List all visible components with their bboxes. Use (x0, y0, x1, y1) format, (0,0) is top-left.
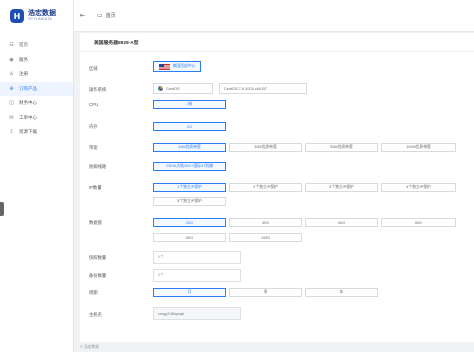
page-title: 美国服务器8929-A型 (80, 33, 474, 52)
cpu-label: CPU (89, 102, 99, 107)
cycle-option[interactable]: 年 (305, 288, 378, 297)
backup-label: 备份数量 (89, 273, 107, 278)
ddos-label: 防御线路 (89, 164, 107, 169)
us-flag-icon (158, 63, 170, 70)
top-header: ⇤ ▭ 首页 (74, 0, 474, 32)
backup-count-input[interactable]: 0个 (153, 269, 241, 282)
ticket-icon: ✉ (9, 114, 14, 121)
disk-option[interactable]: 20G (153, 218, 226, 227)
sidebar-item-downloads[interactable]: ⇩ 资源下载 (0, 125, 73, 140)
sidebar-nav: ☷ 首页 ◉ 服务 ♙ 注册 ⊕ 订购产品 ◫ 财务中心 ✉ 工单中心 ⇩ 资源… (0, 32, 73, 140)
brand-name-en: HTYUNDATA (28, 16, 53, 21)
sidebar-item-finance[interactable]: ◫ 财务中心 (0, 96, 73, 111)
cycle-option[interactable]: 月 (153, 288, 226, 297)
centos-icon (158, 86, 163, 91)
cycle-label: 周期 (89, 290, 98, 295)
wallet-icon: ◫ (9, 100, 14, 107)
ram-option[interactable]: 2G (153, 122, 226, 131)
disk-option[interactable]: 30G (229, 218, 302, 227)
ram-label: 内存 (89, 124, 98, 129)
sidebar-item-label: 资源下载 (19, 129, 37, 135)
snapshot-label: 快照数量 (89, 255, 107, 260)
ddos-option[interactable]: CERA大陆20G+国际3T防御 (153, 162, 226, 171)
sidebar-item-home[interactable]: ☷ 首页 (0, 38, 73, 53)
ip-option[interactable]: 1个独立IP保护 (153, 183, 226, 192)
ip-option[interactable]: 2个独立IP保护 (229, 183, 302, 192)
sidebar: H 浩宏数据 HTYUNDATA ☷ 首页 ◉ 服务 ♙ 注册 ⊕ 订购产品 ◫… (0, 0, 74, 352)
sidebar-item-tickets[interactable]: ✉ 工单中心 (0, 111, 73, 126)
sidebar-item-label: 首页 (19, 42, 28, 48)
sidebar-item-services[interactable]: ◉ 服务 (0, 53, 73, 68)
hostname-input[interactable]: xergg7d6lqmqb (153, 307, 241, 320)
header-home-label: 首页 (105, 13, 116, 19)
logo-mark-icon: H (10, 9, 24, 23)
brand-logo[interactable]: H 浩宏数据 HTYUNDATA (0, 0, 73, 32)
monitor-icon: ▭ (97, 12, 103, 19)
os-family-select[interactable]: CentOS (153, 83, 213, 94)
sidebar-item-order[interactable]: ⊕ 订购产品 (0, 81, 73, 96)
sidebar-item-label: 服务 (19, 56, 28, 62)
os-family-value: CentOS (166, 86, 180, 91)
order-form-card: 美国服务器8929-A型 区域 美国西部中心 操作系统 CentOS CentO… (80, 33, 474, 342)
bandwidth-option[interactable]: 30M优质带宽 (229, 143, 302, 152)
os-label: 操作系统 (89, 87, 107, 92)
ip-option[interactable]: 4个独立IP保护 (381, 183, 456, 192)
sidebar-item-label: 财务中心 (19, 100, 37, 106)
os-version-select[interactable]: CentOS-7.6.2003-x64-BT (219, 83, 307, 94)
sidebar-item-label: 注册 (19, 71, 28, 77)
home-icon: ☷ (9, 42, 14, 49)
header-home-link[interactable]: ▭ 首页 (97, 12, 116, 19)
app-root: H 浩宏数据 HTYUNDATA ☷ 首页 ◉ 服务 ♙ 注册 ⊕ 订购产品 ◫… (0, 0, 474, 352)
snapshot-count-input[interactable]: 0个 (153, 251, 241, 264)
user-icon: ♙ (9, 71, 14, 78)
ip-label: IP数量 (89, 185, 102, 190)
sidebar-item-label: 订购产品 (19, 85, 37, 91)
collapse-sidebar-icon[interactable]: ⇤ (80, 12, 85, 19)
disk-option[interactable]: 100G (229, 233, 302, 242)
region-label: 区域 (89, 66, 98, 71)
cart-icon: ⊕ (9, 85, 14, 92)
ip-option[interactable]: 3个独立IP保护 (305, 183, 378, 192)
disk-option[interactable]: 50G (381, 218, 456, 227)
drag-handle[interactable] (0, 202, 4, 216)
globe-icon: ◉ (9, 56, 14, 63)
bandwidth-label: 带宽 (89, 145, 98, 150)
download-icon: ⇩ (9, 129, 14, 136)
disk-label: 数据盘 (89, 220, 102, 225)
bandwidth-option[interactable]: 50M优质带宽 (305, 143, 378, 152)
cpu-option[interactable]: 2核 (153, 100, 226, 109)
os-version-value: CentOS-7.6.2003-x64-BT (224, 86, 268, 91)
region-option-us-west[interactable]: 美国西部中心 (153, 61, 201, 72)
hostname-label: 主机名 (89, 312, 102, 317)
sidebar-item-register[interactable]: ♙ 注册 (0, 67, 73, 82)
footer: © 浩宏数据 (80, 344, 100, 349)
sidebar-item-label: 工单中心 (19, 114, 37, 120)
ip-option[interactable]: 5个独立IP保护 (153, 197, 226, 206)
cycle-option[interactable]: 季 (229, 288, 302, 297)
region-option-label: 美国西部中心 (172, 64, 196, 68)
bandwidth-option[interactable]: 100M优质带宽 (381, 143, 456, 152)
bandwidth-option[interactable]: 20M优质带宽 (153, 143, 226, 152)
disk-option[interactable]: 60G (153, 233, 226, 242)
disk-option[interactable]: 40G (305, 218, 378, 227)
